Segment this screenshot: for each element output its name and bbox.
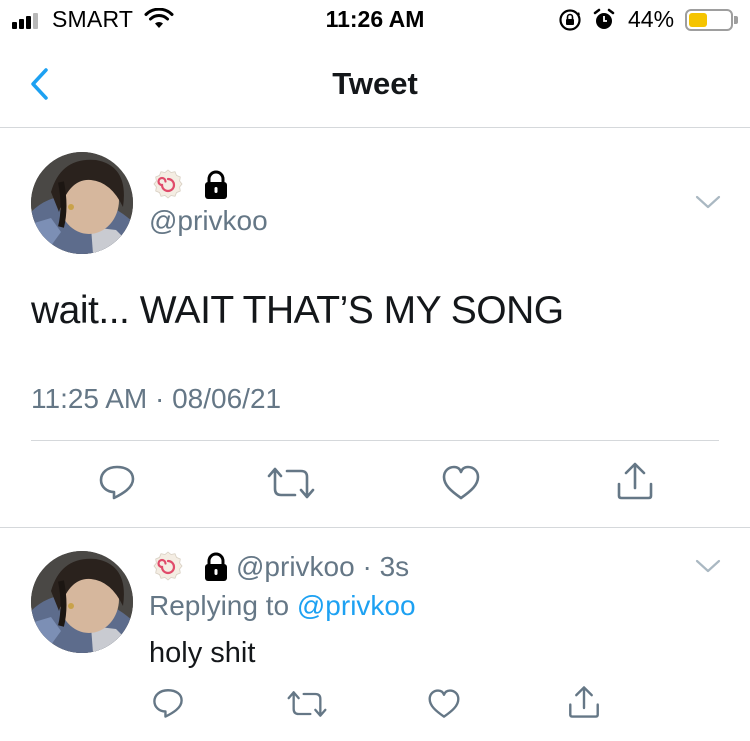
author-badges — [151, 168, 233, 202]
tweet-timestamp: 11:25 AM · 08/06/21 — [31, 383, 282, 414]
battery-level-fill — [689, 13, 707, 27]
reply-author-badges — [151, 550, 233, 584]
retweet-icon[interactable] — [267, 465, 315, 501]
page-title: Tweet — [332, 66, 418, 101]
share-icon[interactable] — [614, 460, 656, 502]
reply-text: holy shit — [149, 637, 256, 669]
lock-icon — [205, 170, 227, 199]
avatar[interactable] — [31, 551, 133, 653]
reply-handle-time: @privkoo · 3s — [236, 551, 410, 582]
replying-to-line: Replying to @privkoo — [149, 590, 416, 622]
divider — [0, 527, 750, 528]
divider — [31, 440, 719, 441]
like-icon[interactable] — [427, 688, 461, 720]
avatar[interactable] — [31, 152, 133, 254]
reply-icon[interactable] — [151, 686, 185, 720]
share-icon[interactable] — [566, 684, 602, 720]
alarm-icon — [593, 8, 615, 29]
retweet-icon[interactable] — [287, 689, 327, 719]
fish-cake-emoji — [153, 551, 183, 581]
replying-to-mention[interactable]: @privkoo — [297, 590, 416, 621]
rotation-lock-icon — [559, 9, 581, 31]
chevron-down-icon[interactable] — [695, 557, 721, 575]
like-icon[interactable] — [441, 464, 481, 502]
battery-percentage: 44% — [628, 6, 675, 32]
replying-prefix: Replying to — [149, 590, 297, 621]
status-bar: SMART 11:26 AM 44% — [0, 0, 750, 40]
tweet-text: wait... WAIT THAT’S MY SONG — [31, 289, 564, 332]
chevron-down-icon[interactable] — [695, 193, 721, 211]
fish-cake-emoji — [153, 169, 183, 199]
reply-icon[interactable] — [97, 462, 137, 502]
battery-icon — [685, 9, 738, 31]
author-handle[interactable]: @privkoo — [149, 205, 268, 237]
lock-icon — [205, 552, 227, 581]
navigation-bar: Tweet — [0, 40, 750, 128]
